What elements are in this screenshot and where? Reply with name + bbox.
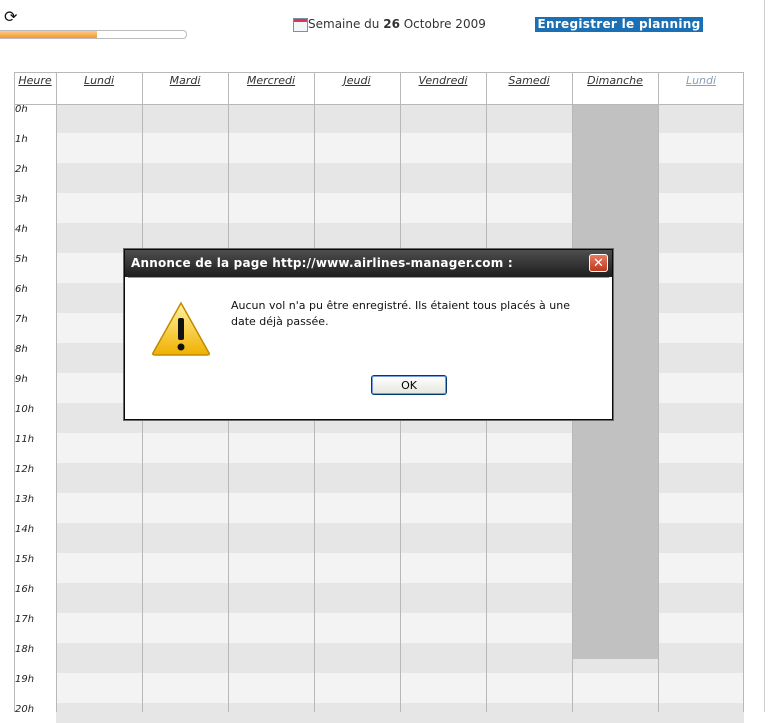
hour-label: 16h — [14, 583, 56, 613]
hour-label: 17h — [14, 613, 56, 643]
hour-label: 1h — [14, 133, 56, 163]
dialog-message: Aucun vol n'a pu être enregistré. Ils ét… — [231, 299, 570, 328]
hour-label: 8h — [14, 343, 56, 373]
close-icon[interactable]: ✕ — [589, 254, 608, 272]
header-day[interactable]: Mardi — [142, 73, 228, 104]
header-day[interactable]: Lundi — [658, 73, 744, 104]
planning-header: Heure Lundi Mardi Mercredi Jeudi Vendredi Same… — [14, 72, 744, 105]
column-divider — [14, 72, 15, 712]
progress-bar — [0, 30, 187, 39]
hour-label: 9h — [14, 373, 56, 403]
hour-label: 14h — [14, 523, 56, 553]
ok-button[interactable]: OK — [371, 375, 447, 395]
hour-label: 11h — [14, 433, 56, 463]
hour-label: 6h — [14, 283, 56, 313]
dialog-titlebar: Annonce de la page http://www.airlines-m… — [125, 250, 612, 277]
week-suffix: Octobre 2009 — [399, 17, 486, 31]
hour-label: 12h — [14, 463, 56, 493]
header-day[interactable]: Samedi — [486, 73, 572, 104]
header-day[interactable]: Vendredi — [400, 73, 486, 104]
dialog-title: Annonce de la page http://www.airlines-m… — [131, 256, 513, 270]
calendar-icon[interactable] — [293, 18, 308, 32]
hour-row[interactable]: 19h — [14, 673, 744, 703]
warning-icon — [152, 301, 210, 356]
hour-label: 10h — [14, 403, 56, 433]
refresh-icon[interactable]: ⟳ — [4, 8, 22, 26]
hour-label: 19h — [14, 673, 56, 703]
hour-label: 13h — [14, 493, 56, 523]
week-day: 26 — [383, 17, 400, 31]
hour-label: 20h — [14, 703, 56, 723]
column-divider — [56, 72, 57, 712]
header-day[interactable]: Dimanche — [572, 73, 658, 104]
hour-label: 2h — [14, 163, 56, 193]
column-divider — [658, 72, 659, 712]
hour-label: 18h — [14, 643, 56, 673]
hour-label: 3h — [14, 193, 56, 223]
week-label: Semaine du 26 Octobre 2009 — [308, 17, 486, 31]
page-edge — [764, 0, 765, 712]
header-day[interactable]: Lundi — [56, 73, 142, 104]
column-divider — [743, 72, 744, 712]
hour-label: 4h — [14, 223, 56, 253]
header-day[interactable]: Jeudi — [314, 73, 400, 104]
hour-label: 0h — [14, 103, 56, 133]
hour-label: 7h — [14, 313, 56, 343]
hour-label: 5h — [14, 253, 56, 283]
hour-row[interactable]: 20h — [14, 703, 744, 723]
dialog-body: Aucun vol n'a pu être enregistré. Ils ét… — [128, 277, 609, 417]
hour-label: 15h — [14, 553, 56, 583]
week-prefix: Semaine du — [308, 17, 384, 31]
alert-dialog: Annonce de la page http://www.airlines-m… — [124, 249, 613, 420]
header-day[interactable]: Mercredi — [228, 73, 314, 104]
header-heure: Heure — [18, 74, 52, 87]
progress-fill — [0, 31, 97, 38]
save-planning-button[interactable]: Enregistrer le planning — [535, 17, 703, 32]
